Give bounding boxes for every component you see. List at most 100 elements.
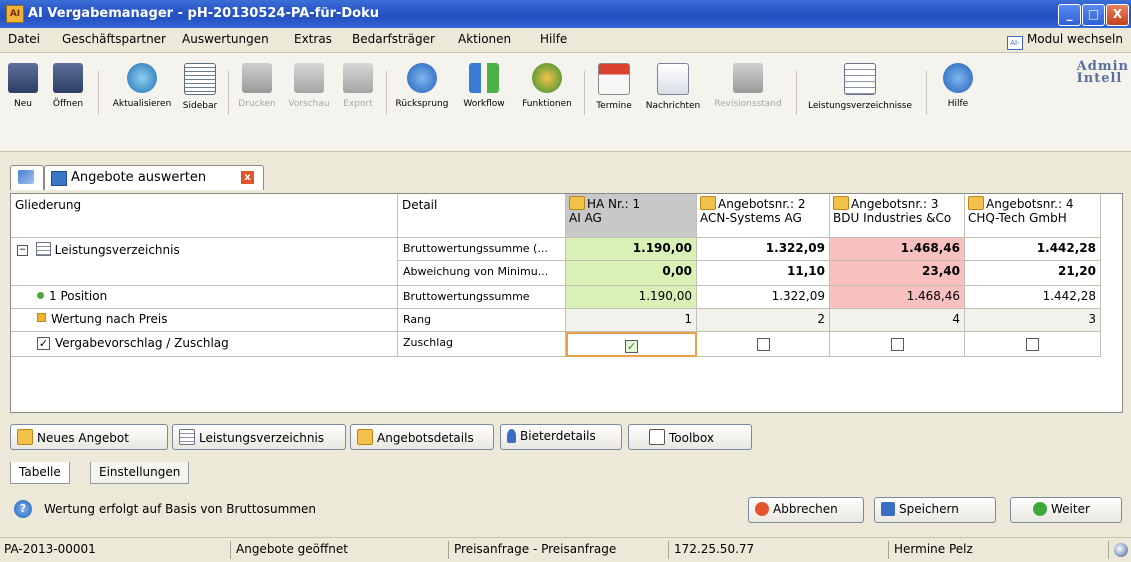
maximize-button[interactable]: □ <box>1082 4 1105 26</box>
status-separator <box>448 541 449 559</box>
neues-angebot-button[interactable]: Neues Angebot <box>10 424 168 450</box>
toolbar-label: Sidebar <box>182 101 218 111</box>
value-cell[interactable]: 1.468,46 <box>830 238 965 261</box>
header-bidder-2[interactable]: Angebotsnr.: 2 ACN-Systems AG <box>697 194 830 238</box>
tab-home[interactable] <box>10 165 44 190</box>
award-checkbox[interactable] <box>756 338 770 351</box>
minimize-button[interactable]: _ <box>1058 4 1081 26</box>
leistungsverzeichnis-button[interactable]: Leistungsverzeichnis <box>172 424 346 450</box>
tab-angebote-auswerten[interactable]: Angebote auswerten x <box>44 165 264 190</box>
toolbar-ruecksprung[interactable]: Rücksprung <box>394 59 450 109</box>
toolbar-hilfe[interactable]: Hilfe <box>938 59 978 109</box>
menu-auswertungen[interactable]: Auswertungen <box>182 32 269 46</box>
value-cell[interactable]: 1.442,28 <box>965 238 1101 261</box>
menu-hilfe[interactable]: Hilfe <box>540 32 567 46</box>
detail-cell[interactable]: Bruttowertungssumme (... <box>398 238 566 261</box>
view-tabs: Tabelle Einstellungen <box>0 458 1131 486</box>
toolbar-funktionen[interactable]: Funktionen <box>518 59 576 109</box>
toolbar-aktualisieren[interactable]: Aktualisieren <box>112 59 172 109</box>
tree-position[interactable]: 1 Position <box>11 286 398 309</box>
toolbar-vorschau[interactable]: Vorschau <box>288 59 330 109</box>
toolbar-drucken[interactable]: Drucken <box>236 59 278 109</box>
value-cell[interactable]: 11,10 <box>697 261 830 286</box>
value-cell[interactable]: 1.442,28 <box>965 286 1101 309</box>
toolbar-separator <box>796 71 797 115</box>
header-bidder-4[interactable]: Angebotsnr.: 4 CHQ-Tech GmbH <box>965 194 1101 238</box>
toolbar-oeffnen[interactable]: Öffnen <box>48 59 88 109</box>
button-label: Toolbox <box>669 431 714 445</box>
bieterdetails-button[interactable]: Bieterdetails <box>500 424 622 450</box>
tree-vergabevorschlag[interactable]: ✓ Vergabevorschlag / Zuschlag <box>11 332 398 357</box>
close-button[interactable]: X <box>1106 4 1129 26</box>
rank-cell[interactable]: 2 <box>697 309 830 332</box>
module-switch[interactable]: AI- Modul wechseln <box>1006 32 1123 50</box>
value-cell[interactable]: 23,40 <box>830 261 965 286</box>
rank-cell[interactable]: 1 <box>566 309 697 332</box>
weiter-button[interactable]: Weiter <box>1010 497 1122 523</box>
collapse-icon[interactable]: − <box>17 245 28 256</box>
person-icon <box>507 429 516 443</box>
menu-datei[interactable]: Datei <box>8 32 40 46</box>
award-cell-3[interactable] <box>830 332 965 357</box>
award-checkbox[interactable] <box>890 338 904 351</box>
tree-wertung[interactable]: Wertung nach Preis <box>11 309 398 332</box>
checkbox-icon[interactable]: ✓ <box>37 337 50 350</box>
menu-extras[interactable]: Extras <box>294 32 332 46</box>
menu-bedarfstraeger[interactable]: Bedarfsträger <box>352 32 435 46</box>
header-detail[interactable]: Detail <box>398 194 566 238</box>
toolbar-label: Hilfe <box>947 99 969 109</box>
help-icon[interactable]: ? <box>14 500 32 518</box>
value-cell[interactable]: 1.322,09 <box>697 286 830 309</box>
value-cell[interactable]: 1.190,00 <box>566 238 697 261</box>
revision-icon <box>733 63 763 93</box>
tab-einstellungen[interactable]: Einstellungen <box>90 462 190 484</box>
detail-cell[interactable]: Bruttowertungssumme <box>398 286 566 309</box>
export-icon <box>343 63 373 93</box>
rank-cell[interactable]: 3 <box>965 309 1101 332</box>
report-icon <box>51 171 67 186</box>
angebotsdetails-button[interactable]: Angebotsdetails <box>350 424 494 450</box>
toolbar-label: Drucken <box>238 99 276 109</box>
printer-icon <box>242 63 272 93</box>
tab-tabelle[interactable]: Tabelle <box>10 462 70 484</box>
toolbar-workflow[interactable]: Workflow <box>458 59 510 109</box>
value-cell[interactable]: 0,00 <box>566 261 697 286</box>
toolbar-neu[interactable]: Neu <box>8 59 38 109</box>
award-cell-1[interactable]: ✓ <box>566 332 697 357</box>
menu-aktionen[interactable]: Aktionen <box>458 32 511 46</box>
tree-leistungsverzeichnis[interactable]: − Leistungsverzeichnis <box>11 238 398 286</box>
detail-cell[interactable]: Zuschlag <box>398 332 566 357</box>
award-checkbox[interactable] <box>1026 338 1039 351</box>
header-gliederung[interactable]: Gliederung <box>11 194 398 238</box>
header-bidder-1[interactable]: HA Nr.: 1 AI AG <box>566 194 697 238</box>
toolbox-button[interactable]: Toolbox <box>628 424 752 450</box>
close-tab-icon[interactable]: x <box>241 171 254 184</box>
value-cell[interactable]: 21,20 <box>965 261 1101 286</box>
toolbar-leistungsverzeichnisse[interactable]: Leistungsverzeichnisse <box>804 59 916 111</box>
rank-cell[interactable]: 4 <box>830 309 965 332</box>
bidder-name: AI AG <box>569 211 602 225</box>
detail-cell[interactable]: Rang <box>398 309 566 332</box>
toolbar-termine[interactable]: Termine <box>592 59 636 111</box>
title-bar: AI AI Vergabemanager - pH-20130524-PA-fü… <box>0 0 1131 28</box>
toolbar-nachrichten[interactable]: Nachrichten <box>644 59 702 111</box>
toolbar-label: Rücksprung <box>395 99 449 109</box>
header-bidder-3[interactable]: Angebotsnr.: 3 BDU Industries &Co <box>830 194 965 238</box>
abbrechen-button[interactable]: Abbrechen <box>748 497 864 523</box>
value-cell[interactable]: 1.190,00 <box>566 286 697 309</box>
speichern-button[interactable]: Speichern <box>874 497 996 523</box>
menu-geschaeftspartner[interactable]: Geschäftspartner <box>62 32 166 46</box>
toolbar-sidebar[interactable]: Sidebar <box>180 59 220 111</box>
value-cell[interactable]: 1.322,09 <box>697 238 830 261</box>
value-cell[interactable]: 1.468,46 <box>830 286 965 309</box>
award-cell-2[interactable] <box>697 332 830 357</box>
toolbar-separator <box>228 71 229 115</box>
award-cell-4[interactable] <box>965 332 1101 357</box>
award-checkbox-checked[interactable]: ✓ <box>625 340 638 353</box>
toolbar-revisionsstand[interactable]: Revisionsstand <box>710 59 786 109</box>
toolbar-export[interactable]: Export <box>340 59 376 109</box>
status-type: Preisanfrage - Preisanfrage <box>454 542 617 556</box>
detail-cell[interactable]: Abweichung von Minimu... <box>398 261 566 286</box>
bidder-number: Angebotsnr.: 3 <box>851 197 939 211</box>
toolbar-separator <box>386 71 387 115</box>
